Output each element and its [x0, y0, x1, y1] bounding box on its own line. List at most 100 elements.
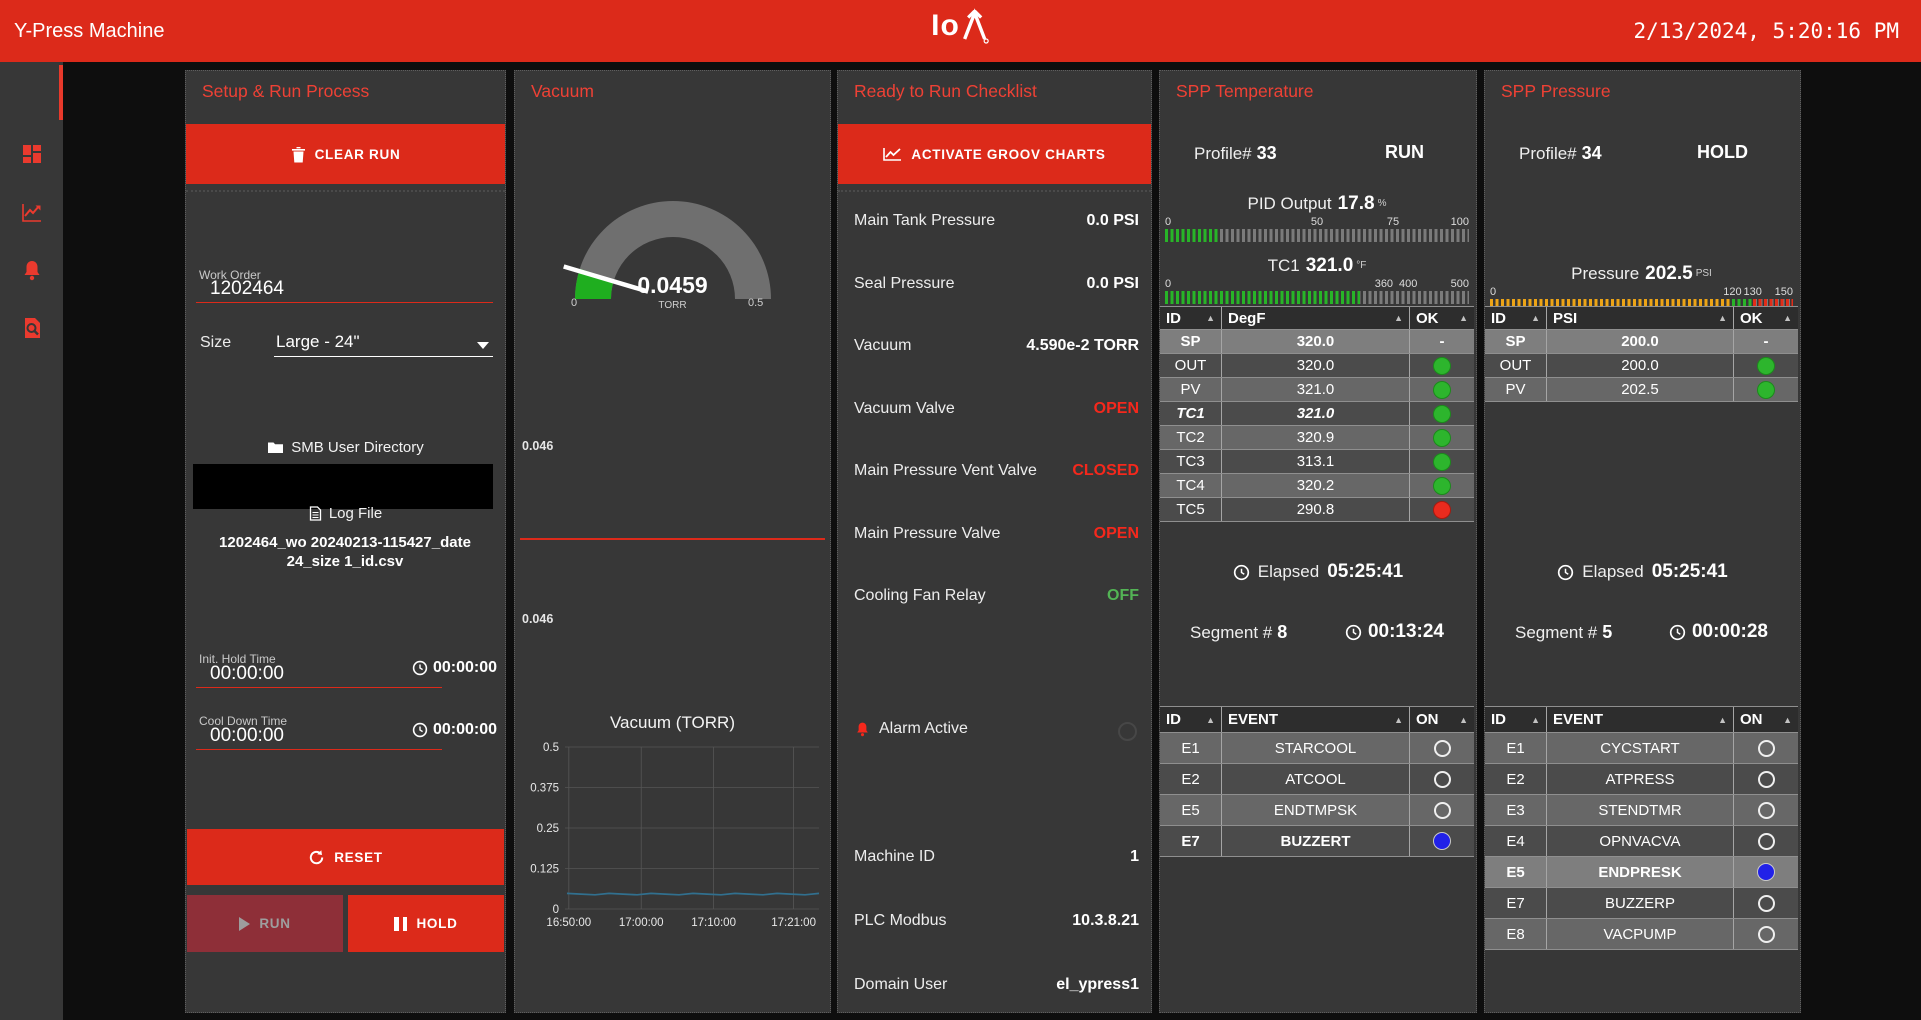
- chart-title: Vacuum (TORR): [515, 713, 830, 733]
- reset-button[interactable]: RESET: [187, 829, 504, 885]
- row-value-cell: 320.0: [1222, 330, 1409, 353]
- bar-tick-label: 0: [1165, 216, 1171, 228]
- bar-tick-label: 400: [1399, 278, 1417, 290]
- alarm-bell-icon: [854, 720, 871, 738]
- row-id-cell: SP: [1160, 330, 1222, 353]
- cool-down-input[interactable]: 00:00:00: [210, 725, 284, 747]
- clock-icon: [412, 722, 428, 738]
- row-value-cell: 320.9: [1222, 426, 1409, 449]
- play-icon: [239, 917, 250, 931]
- datetime-display: 2/13/2024, 5:20:16 PM: [1633, 0, 1899, 62]
- row-id-cell: E4: [1485, 826, 1547, 856]
- bar-tick-label: 100: [1451, 216, 1469, 228]
- bar-label: PID Output: [1248, 194, 1332, 213]
- checklist-value: CLOSED: [1072, 462, 1139, 480]
- alarm-bell-icon[interactable]: [20, 258, 44, 282]
- gauge-min-label: 0: [571, 297, 577, 309]
- work-order-input[interactable]: 1202464: [210, 278, 284, 300]
- chevron-down-icon[interactable]: [477, 342, 489, 349]
- column-header[interactable]: ID▲: [1160, 307, 1222, 329]
- row-id-cell: TC5: [1160, 498, 1222, 521]
- column-header[interactable]: DegF▲: [1222, 307, 1409, 329]
- table-row: OUT200.0: [1485, 354, 1798, 378]
- event-led: [1758, 771, 1775, 788]
- row-id-cell: OUT: [1160, 354, 1222, 377]
- row-status-cell: [1409, 354, 1474, 377]
- event-led: [1433, 832, 1451, 850]
- column-header[interactable]: OK▲: [1409, 307, 1474, 329]
- segment-time: 00:13:24: [1345, 621, 1444, 643]
- info-value: 1: [1130, 848, 1139, 866]
- hold-button[interactable]: HOLD: [348, 895, 504, 952]
- row-value-cell: VACPUMP: [1547, 919, 1733, 949]
- bar-unit: %: [1378, 198, 1387, 209]
- trend-chart-icon[interactable]: [20, 200, 44, 224]
- row-id-cell: SP: [1485, 330, 1547, 353]
- dashboard-grid-icon[interactable]: [20, 142, 44, 166]
- chart-line-icon: [883, 147, 902, 161]
- svg-text:16:50:00: 16:50:00: [546, 917, 591, 929]
- column-header-label: EVENT: [1553, 711, 1603, 728]
- row-value-cell: 313.1: [1222, 450, 1409, 473]
- column-header[interactable]: ON▲: [1733, 707, 1798, 732]
- init-hold-input[interactable]: 00:00:00: [210, 663, 284, 685]
- clear-run-button[interactable]: CLEAR RUN: [186, 124, 505, 184]
- table-header-row: ID▲EVENT▲ON▲: [1160, 706, 1474, 733]
- info-row: Domain Userel_ypress1: [838, 976, 1151, 998]
- row-value-cell: 200.0: [1547, 330, 1733, 353]
- row-status-cell: [1733, 888, 1798, 918]
- table-row: TC1321.0: [1160, 402, 1474, 426]
- checklist-value: OPEN: [1094, 525, 1139, 543]
- size-select[interactable]: Large - 24": [276, 332, 360, 352]
- table-row: E1STARCOOL: [1160, 733, 1474, 764]
- row-value-cell: BUZZERT: [1222, 826, 1409, 856]
- info-value: el_ypress1: [1056, 976, 1139, 994]
- table-row: TC5290.8: [1160, 498, 1474, 522]
- status-led: [1433, 405, 1451, 423]
- row-status-cell: [1733, 764, 1798, 794]
- log-search-icon[interactable]: [20, 316, 44, 340]
- column-header[interactable]: ID▲: [1160, 707, 1222, 732]
- row-value-cell: 202.5: [1547, 378, 1733, 401]
- smb-directory-box[interactable]: [193, 464, 493, 509]
- row-value-cell: 290.8: [1222, 498, 1409, 521]
- column-header[interactable]: ON▲: [1409, 707, 1474, 732]
- column-header-label: OK: [1416, 310, 1439, 327]
- activate-groov-charts-button[interactable]: ACTIVATE GROOV CHARTS: [838, 124, 1151, 184]
- log-file-label: Log File: [329, 505, 382, 522]
- bar-fill-segment: [1165, 291, 1360, 304]
- svg-text:17:21:00: 17:21:00: [771, 917, 816, 929]
- column-header[interactable]: ID▲: [1485, 307, 1547, 329]
- file-icon: [309, 506, 322, 521]
- table-row: E1CYCSTART: [1485, 733, 1798, 764]
- temperature-table: ID▲DegF▲OK▲SP320.0-OUT320.0PV321.0TC1321…: [1160, 306, 1474, 522]
- info-value: 10.3.8.21: [1072, 912, 1139, 930]
- table-row: E4OPNVACVA: [1485, 826, 1798, 857]
- setup-run-panel: Setup & Run Process CLEAR RUN Work Order…: [185, 70, 506, 1013]
- row-id-cell: E1: [1485, 733, 1547, 763]
- row-status-cell: [1733, 733, 1798, 763]
- column-header[interactable]: EVENT▲: [1222, 707, 1409, 732]
- checklist-label: Vacuum: [854, 337, 912, 355]
- pause-icon: [394, 917, 407, 931]
- vacuum-trend-chart: 0.50.3750.250.125016:50:0017:00:0017:10:…: [521, 737, 825, 941]
- row-status-cell: [1409, 426, 1474, 449]
- sort-asc-icon: ▲: [1783, 313, 1792, 323]
- sort-asc-icon: ▲: [1531, 715, 1540, 725]
- column-header[interactable]: OK▲: [1733, 307, 1798, 329]
- row-value-cell: 321.0: [1222, 378, 1409, 401]
- vacuum-panel: Vacuum 0.0459 TORR 0 0.5 0.046 0.046 Vac…: [514, 70, 831, 1013]
- column-header-label: ID: [1491, 711, 1506, 728]
- pid-output-bar: PID Output17.8% 05075100: [1165, 193, 1469, 242]
- log-file-row: Log File: [186, 505, 505, 522]
- column-header[interactable]: EVENT ▲: [1547, 707, 1733, 732]
- status-led: [1433, 477, 1451, 495]
- run-button[interactable]: RUN: [187, 895, 343, 952]
- status-led: [1433, 357, 1451, 375]
- sort-asc-icon: ▲: [1718, 715, 1727, 725]
- log-file-name: 1202464_wo 20240213-115427_date 24_size …: [196, 533, 494, 571]
- column-header[interactable]: ID ▲: [1485, 707, 1547, 732]
- row-id-cell: OUT: [1485, 354, 1547, 377]
- column-header[interactable]: PSI▲: [1547, 307, 1733, 329]
- event-led: [1757, 863, 1775, 881]
